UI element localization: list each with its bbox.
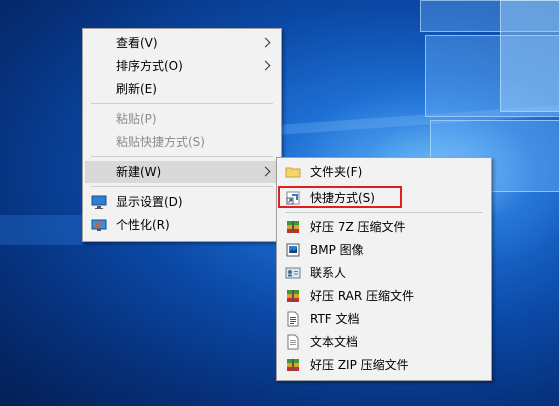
menu-item-label: 联系人 <box>310 266 347 280</box>
menu-separator <box>285 212 483 213</box>
contact-icon <box>285 265 301 281</box>
desktop-context-menu: 查看(V) 排序方式(O) 刷新(E) 粘贴(P) 粘贴快捷方式(S) 新建(W… <box>82 28 282 242</box>
submenu-item-7z-archive[interactable]: 好压 7Z 压缩文件 <box>279 216 489 238</box>
menu-separator <box>91 103 273 104</box>
archive-icon <box>285 357 301 373</box>
chevron-right-icon <box>260 37 271 48</box>
menu-separator <box>91 186 273 187</box>
menu-item-label: 好压 7Z 压缩文件 <box>310 220 406 234</box>
menu-item-label: 文本文档 <box>310 335 359 349</box>
archive-icon <box>285 288 301 304</box>
menu-item-label: 显示设置(D) <box>116 195 183 209</box>
menu-item-label: 个性化(R) <box>116 218 170 232</box>
menu-item-new[interactable]: 新建(W) <box>85 161 279 183</box>
submenu-item-zip-archive[interactable]: 好压 ZIP 压缩文件 <box>279 354 489 376</box>
menu-item-label: 排序方式(O) <box>116 59 183 73</box>
menu-item-label: 粘贴(P) <box>116 112 157 126</box>
menu-item-label: RTF 文档 <box>310 312 360 326</box>
chevron-right-icon <box>260 166 271 177</box>
menu-item-refresh[interactable]: 刷新(E) <box>85 78 279 100</box>
menu-item-display-settings[interactable]: 显示设置(D) <box>85 191 279 213</box>
submenu-item-rar-archive[interactable]: 好压 RAR 压缩文件 <box>279 285 489 307</box>
personalize-icon <box>91 217 107 233</box>
menu-item-label: 新建(W) <box>116 165 162 179</box>
menu-item-label: 查看(V) <box>116 36 158 50</box>
submenu-item-rtf-document[interactable]: RTF 文档 <box>279 308 489 330</box>
display-settings-icon <box>91 194 107 210</box>
menu-item-label: 刷新(E) <box>116 82 157 96</box>
menu-item-view[interactable]: 查看(V) <box>85 32 279 54</box>
text-document-icon <box>285 334 301 350</box>
submenu-item-folder[interactable]: 文件夹(F) <box>279 161 489 183</box>
wallpaper-beam <box>0 215 82 245</box>
menu-item-personalize[interactable]: 个性化(R) <box>85 214 279 236</box>
menu-item-paste: 粘贴(P) <box>85 108 279 130</box>
folder-icon <box>285 164 301 180</box>
submenu-item-contact[interactable]: 联系人 <box>279 262 489 284</box>
menu-item-paste-shortcut: 粘贴快捷方式(S) <box>85 131 279 153</box>
menu-item-label: 文件夹(F) <box>310 165 363 179</box>
bmp-image-icon <box>285 242 301 258</box>
chevron-right-icon <box>260 60 271 71</box>
rtf-document-icon <box>285 311 301 327</box>
submenu-item-text-document[interactable]: 文本文档 <box>279 331 489 353</box>
archive-icon <box>285 219 301 235</box>
submenu-item-bmp-image[interactable]: BMP 图像 <box>279 239 489 261</box>
menu-separator <box>91 156 273 157</box>
menu-item-label: 好压 ZIP 压缩文件 <box>310 358 409 372</box>
menu-item-sort-by[interactable]: 排序方式(O) <box>85 55 279 77</box>
menu-item-label: BMP 图像 <box>310 243 364 257</box>
wallpaper-pane <box>500 0 559 112</box>
menu-item-label: 好压 RAR 压缩文件 <box>310 289 415 303</box>
menu-item-label: 粘贴快捷方式(S) <box>116 135 205 149</box>
highlight-box <box>278 186 402 208</box>
